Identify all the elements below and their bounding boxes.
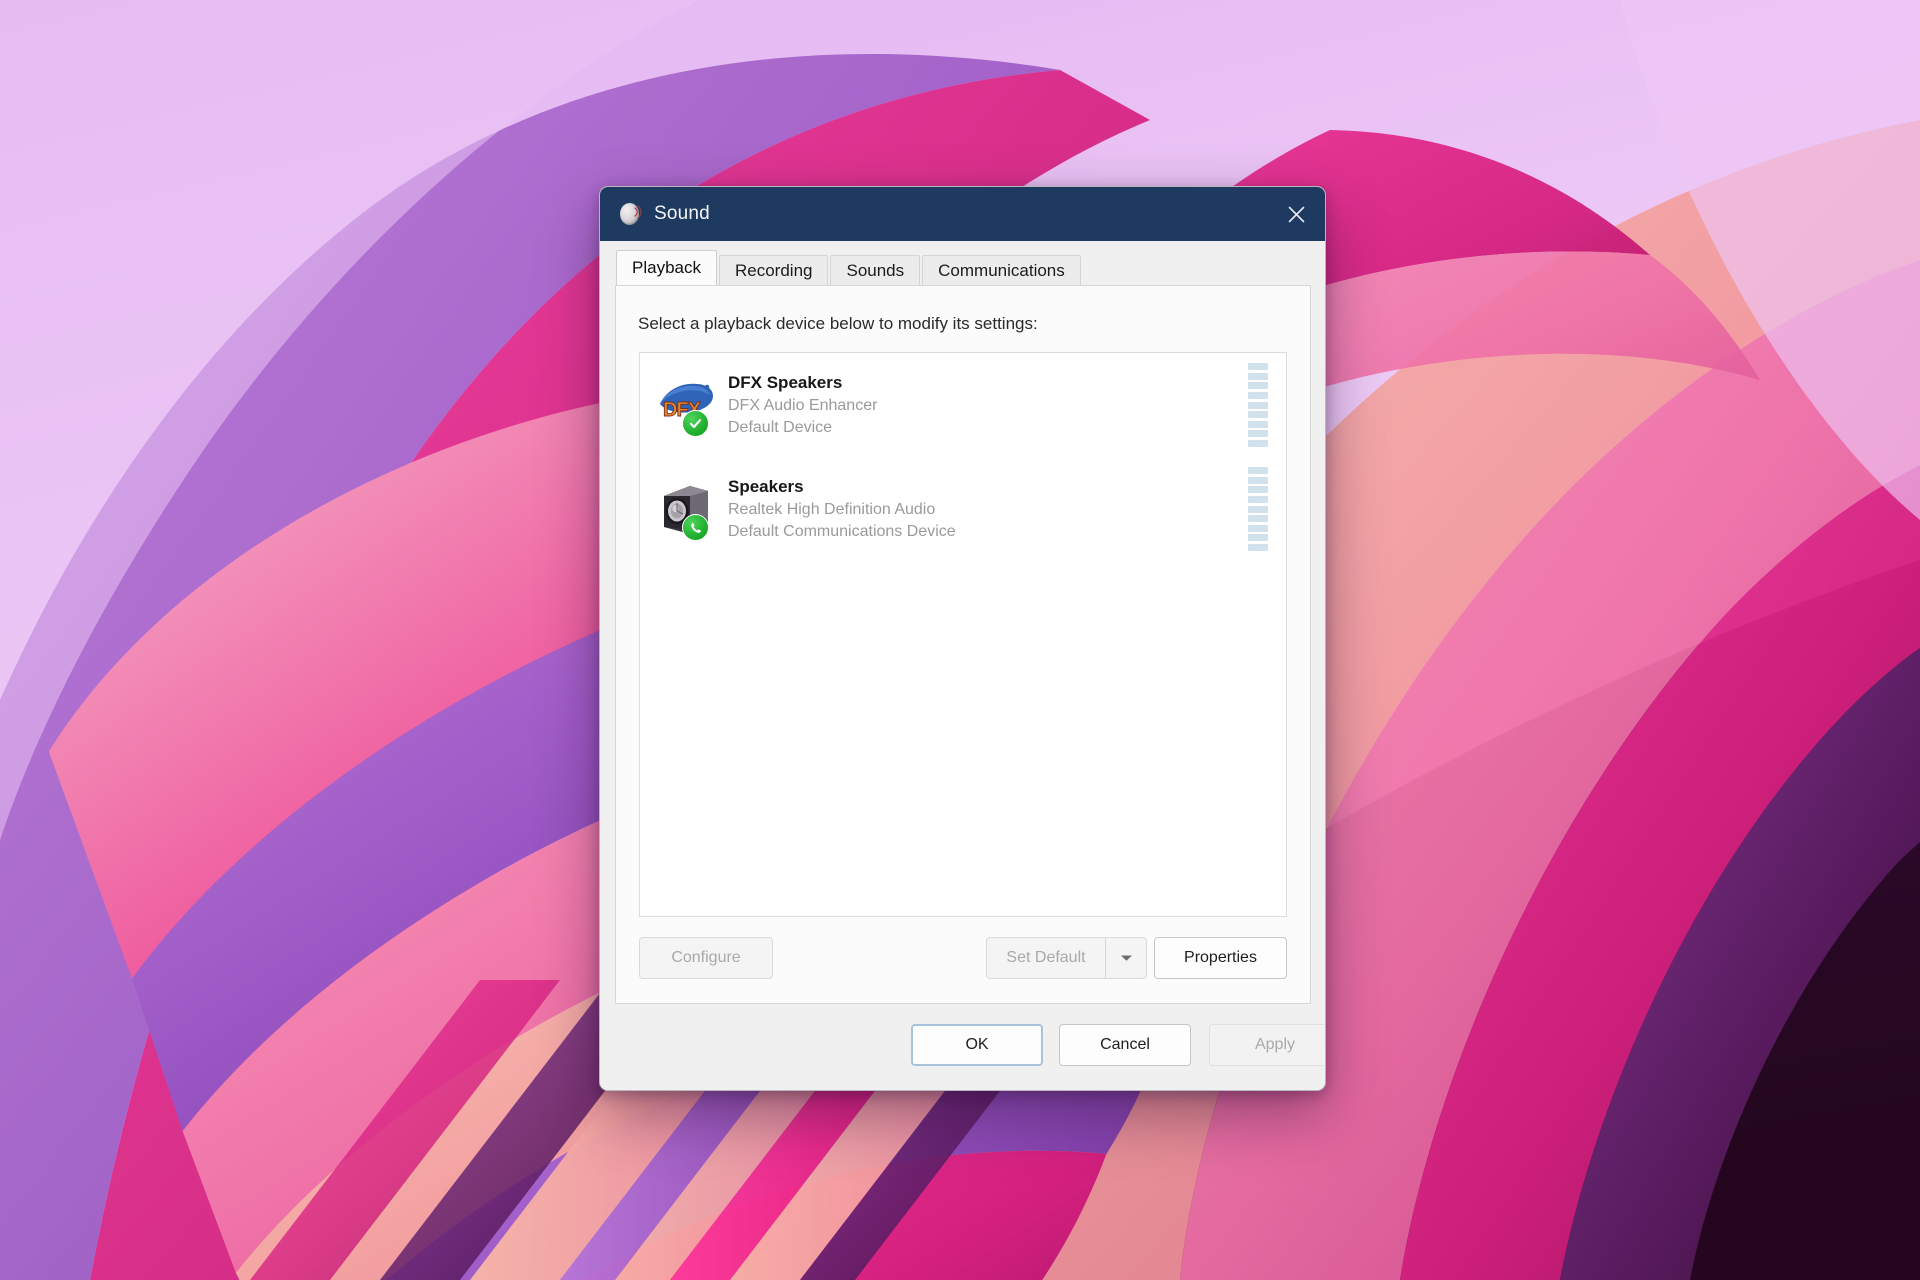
dialog-body: Playback Recording Sounds Communications…	[600, 241, 1325, 1090]
device-list-item-dfx[interactable]: DFX DFX Speakers DFX Audio Enhancer Defa…	[640, 353, 1286, 457]
dialog-titlebar: Sound	[600, 187, 1325, 241]
tab-sounds[interactable]: Sounds	[830, 255, 921, 285]
sound-dialog-window: Sound Playback Recording Sounds Communic…	[599, 186, 1326, 1091]
close-x-glyph	[1288, 206, 1304, 222]
dfx-logo-icon: DFX	[656, 374, 718, 437]
tab-recording[interactable]: Recording	[718, 255, 829, 285]
playback-device-list[interactable]: DFX DFX Speakers DFX Audio Enhancer Defa…	[639, 352, 1287, 917]
device-info: DFX Speakers DFX Audio Enhancer Default …	[728, 370, 1248, 439]
check-glyph	[689, 419, 702, 429]
dialog-footer: OK Cancel Apply	[600, 1004, 1325, 1090]
sound-wave-icon	[634, 205, 642, 219]
configure-button[interactable]: Configure	[639, 937, 773, 979]
apply-button[interactable]: Apply	[1209, 1024, 1325, 1066]
green-check-badge	[682, 410, 709, 437]
device-name: DFX Speakers	[728, 373, 843, 393]
tab-playback[interactable]: Playback	[616, 250, 717, 285]
device-status: Default Device	[728, 419, 833, 437]
device-status: Default Communications Device	[728, 523, 956, 541]
ok-button[interactable]: OK	[911, 1024, 1043, 1066]
set-default-button[interactable]: Set Default	[987, 938, 1105, 978]
cancel-button[interactable]: Cancel	[1059, 1024, 1191, 1066]
device-name: Speakers	[728, 477, 804, 497]
properties-button[interactable]: Properties	[1154, 937, 1287, 979]
phone-glyph	[690, 522, 701, 533]
volume-meter-dfx	[1248, 363, 1268, 447]
chevron-down-glyph	[1120, 955, 1132, 961]
volume-meter-speakers	[1248, 467, 1268, 551]
device-driver: Realtek High Definition Audio	[728, 501, 936, 519]
set-default-split-button[interactable]: Set Default	[986, 937, 1147, 979]
tab-communications[interactable]: Communications	[922, 255, 1081, 285]
close-icon[interactable]	[1267, 187, 1325, 241]
speaker-box-icon	[656, 478, 718, 541]
tab-strip: Playback Recording Sounds Communications	[616, 250, 1311, 285]
instruction-text: Select a playback device below to modify…	[638, 314, 1038, 333]
dialog-title: Sound	[654, 203, 710, 224]
device-info: Speakers Realtek High Definition Audio D…	[728, 474, 1248, 543]
sound-speaker-icon	[617, 201, 643, 227]
green-phone-badge	[682, 514, 709, 541]
device-driver: DFX Audio Enhancer	[728, 397, 878, 415]
chevron-down-icon[interactable]	[1105, 938, 1146, 978]
device-list-item-speakers[interactable]: Speakers Realtek High Definition Audio D…	[640, 457, 1286, 561]
playback-tab-panel: Select a playback device below to modify…	[615, 285, 1311, 1004]
